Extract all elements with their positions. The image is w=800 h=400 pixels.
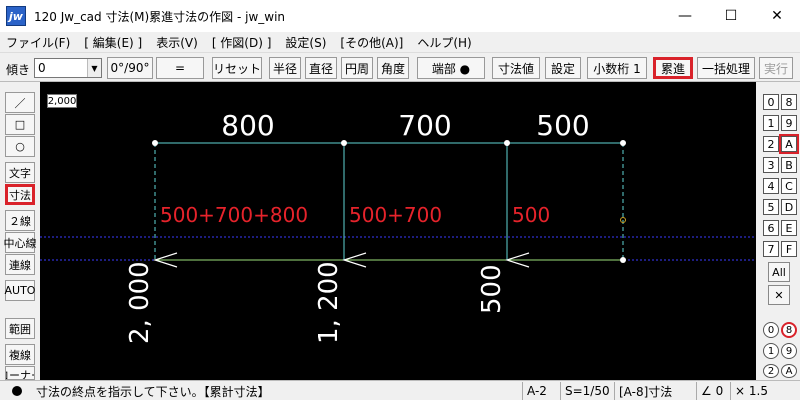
all-layers-button[interactable]: All xyxy=(768,262,790,282)
group-0-button[interactable]: 0 xyxy=(763,322,779,338)
left-tool-panel: ／ □ ○ 文字 寸法 ２線 中心線 連線 AUTO 範囲 複線 コーナー xyxy=(0,82,40,380)
status-bar: 寸法の終点を指示して下さい。【累計寸法】 A-2 S=1/50 [A-8]寸法 … xyxy=(0,380,800,400)
circle-tool-button[interactable]: ○ xyxy=(5,136,35,157)
execute-button[interactable]: 実行 xyxy=(759,57,793,79)
dimension-value-800: 800 xyxy=(221,109,274,142)
angle-cell[interactable]: ∠ 0 xyxy=(696,382,730,400)
layer-5-button[interactable]: 5 xyxy=(763,199,779,215)
scale-cell[interactable]: S=1/50 xyxy=(560,382,614,400)
cumulative-note-1: 500+700+800 xyxy=(160,203,308,227)
dropdown-arrow-icon[interactable]: ▼ xyxy=(87,59,101,77)
layer-f-button[interactable]: F xyxy=(781,241,797,257)
menu-view[interactable]: 表示(V) xyxy=(156,34,198,51)
endpoint-dot xyxy=(341,140,347,146)
layer-a-button[interactable]: A xyxy=(779,134,799,154)
close-button[interactable]: ✕ xyxy=(754,0,800,32)
endpoint-dot xyxy=(504,140,510,146)
dimension-value-500: 500 xyxy=(536,109,589,142)
decimal-places-button[interactable]: 小数桁 1 xyxy=(587,57,647,79)
text-tool-button[interactable]: 文字 xyxy=(5,162,35,183)
double-line-tool-button[interactable]: ２線 xyxy=(5,210,35,231)
layer-e-button[interactable]: E xyxy=(781,220,797,236)
layer-6-button[interactable]: 6 xyxy=(763,220,779,236)
layer-1-button[interactable]: 1 xyxy=(763,115,779,131)
endpoint-dot xyxy=(620,140,626,146)
batch-process-button[interactable]: 一括処理 xyxy=(697,57,755,79)
radius-button[interactable]: 半径 xyxy=(269,57,301,79)
menu-settings[interactable]: 設定(S) xyxy=(285,34,326,51)
endpoint-button[interactable]: 端部 ● xyxy=(417,57,485,79)
group-2-button[interactable]: 2 xyxy=(763,364,779,378)
maximize-button[interactable]: ☐ xyxy=(708,0,754,32)
status-indicator-icon xyxy=(12,386,22,396)
group-1-button[interactable]: 1 xyxy=(763,343,779,359)
layer-panel: 0 8 1 9 2 A 3 B 4 C 5 D 6 E 7 F All ✕ 0 … xyxy=(756,82,800,380)
group-a-button[interactable]: A xyxy=(781,364,797,378)
endpoint-dot xyxy=(152,140,158,146)
angle-button[interactable]: 角度 xyxy=(377,57,409,79)
layer-0-button[interactable]: 0 xyxy=(763,94,779,110)
reset-button[interactable]: リセット xyxy=(212,57,262,79)
layer-cell[interactable]: [A-8]寸法 xyxy=(614,382,696,400)
menu-file[interactable]: ファイル(F) xyxy=(6,34,70,51)
layer-3-button[interactable]: 3 xyxy=(763,157,779,173)
line-tool-button[interactable]: ／ xyxy=(5,92,35,113)
menu-help[interactable]: ヘルプ(H) xyxy=(417,34,471,51)
circumference-button[interactable]: 円周 xyxy=(341,57,373,79)
equal-button[interactable]: = xyxy=(156,57,204,79)
menu-edit[interactable]: [ 編集(E) ] xyxy=(84,34,142,51)
dimension-toolbar: 傾き 0 ▼ 0°/90° = リセット 半径 直径 円周 角度 端部 ● 寸法… xyxy=(0,52,800,82)
layer-7-button[interactable]: 7 xyxy=(763,241,779,257)
cumulative-value-1200: 1, 200 xyxy=(314,261,344,344)
app-icon: jw xyxy=(6,6,26,26)
settings-button[interactable]: 設定 xyxy=(545,57,581,79)
angle-value: 0 xyxy=(38,61,46,75)
angle-0-90-button[interactable]: 0°/90° xyxy=(107,57,153,79)
title-bar: jw 120 Jw_cad 寸法(M)累進寸法の作図 - jw_win — ☐ … xyxy=(0,0,800,32)
minimize-button[interactable]: — xyxy=(662,0,708,32)
cumulative-value-500: 500 xyxy=(477,264,507,314)
continuous-line-tool-button[interactable]: 連線 xyxy=(5,254,35,275)
layer-b-button[interactable]: B xyxy=(781,157,797,173)
auto-tool-button[interactable]: AUTO xyxy=(5,280,35,301)
layer-4-button[interactable]: 4 xyxy=(763,178,779,194)
layer-d-button[interactable]: D xyxy=(781,199,797,215)
layer-c-button[interactable]: C xyxy=(781,178,797,194)
zoom-cell[interactable]: × 1.5 xyxy=(730,382,800,400)
layer-8-button[interactable]: 8 xyxy=(781,94,797,110)
layer-2-button[interactable]: 2 xyxy=(763,136,779,152)
rectangle-tool-button[interactable]: □ xyxy=(5,114,35,135)
offset-tool-button[interactable]: 複線 xyxy=(5,344,35,365)
corner-tool-button[interactable]: コーナー xyxy=(5,366,35,380)
drawing-svg: 800 700 500 500+700+800 500+700 500 2, 0… xyxy=(40,109,756,344)
drawing-canvas[interactable]: 2,000 800 700 500 500+700+800 500+700 50… xyxy=(40,82,756,380)
endpoint-dot xyxy=(620,257,626,263)
paper-size-cell[interactable]: A-2 xyxy=(522,382,560,400)
cumulative-note-2: 500+700 xyxy=(349,203,442,227)
menu-bar: ファイル(F) [ 編集(E) ] 表示(V) [ 作図(D) ] 設定(S) … xyxy=(0,32,800,52)
range-tool-button[interactable]: 範囲 xyxy=(5,318,35,339)
dimension-value-button[interactable]: 寸法値 xyxy=(492,57,540,79)
group-9-button[interactable]: 9 xyxy=(781,343,797,359)
cumulative-value-2000: 2, 000 xyxy=(125,261,155,344)
layer-9-button[interactable]: 9 xyxy=(781,115,797,131)
dimension-value-700: 700 xyxy=(398,109,451,142)
menu-other[interactable]: [その他(A)] xyxy=(340,34,403,51)
menu-draw[interactable]: [ 作図(D) ] xyxy=(212,34,272,51)
angle-select[interactable]: 0 ▼ xyxy=(34,58,102,78)
dimension-tool-button[interactable]: 寸法 xyxy=(5,184,35,205)
window-title: 120 Jw_cad 寸法(M)累進寸法の作図 - jw_win xyxy=(34,9,286,24)
angle-label: 傾き xyxy=(6,63,31,77)
diameter-button[interactable]: 直径 xyxy=(305,57,337,79)
status-message: 寸法の終点を指示して下さい。【累計寸法】 xyxy=(36,385,270,399)
group-8-button[interactable]: 8 xyxy=(781,322,797,338)
center-line-tool-button[interactable]: 中心線 xyxy=(4,232,37,253)
cumulative-note-3: 500 xyxy=(512,203,550,227)
close-icon[interactable]: ✕ xyxy=(768,285,790,305)
cumulative-button[interactable]: 累進 xyxy=(653,57,693,79)
window-controls: — ☐ ✕ xyxy=(662,0,800,32)
